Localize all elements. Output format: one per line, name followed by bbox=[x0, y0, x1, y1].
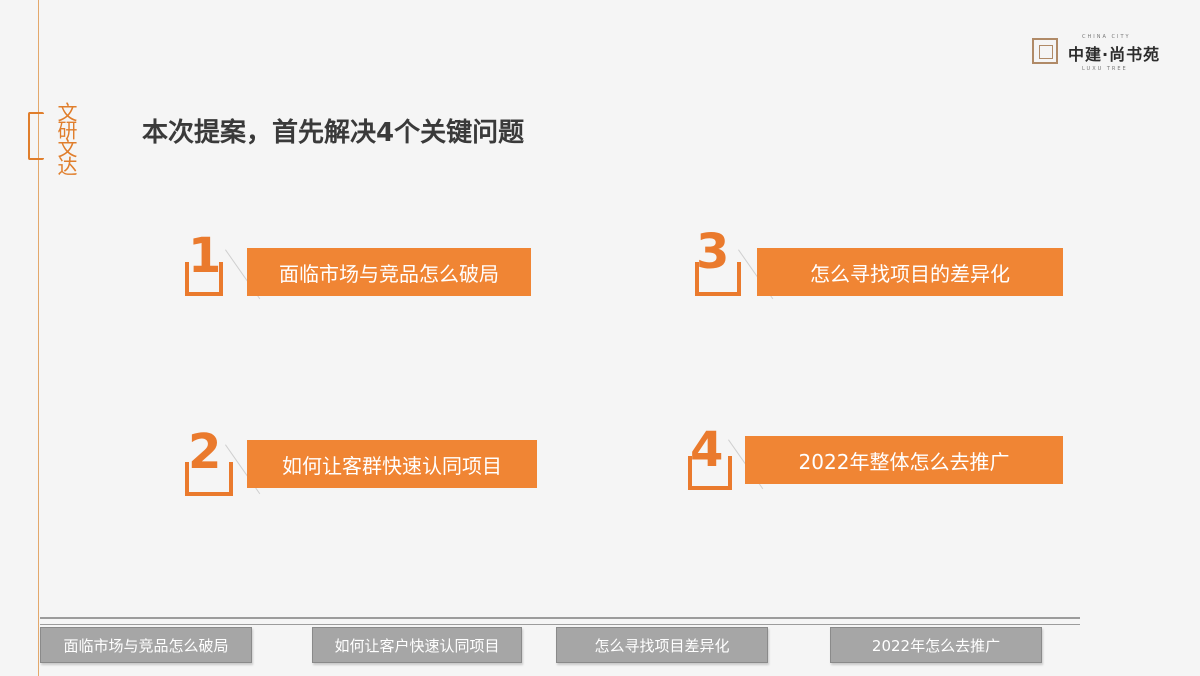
tab-customer-recognition[interactable]: 如何让客户快速认同项目 bbox=[312, 627, 522, 663]
tab-project-differentiation[interactable]: 怎么寻找项目差异化 bbox=[556, 627, 768, 663]
tab-market-competition[interactable]: 面临市场与竞品怎么破局 bbox=[40, 627, 252, 663]
footer-divider bbox=[40, 624, 1080, 625]
logo-bottom-text: LUXU TREE bbox=[1082, 66, 1128, 72]
issue-label-3: 怎么寻找项目的差异化 bbox=[757, 248, 1063, 296]
bracket-icon bbox=[695, 262, 741, 296]
tab-2022-promotion[interactable]: 2022年怎么去推广 bbox=[830, 627, 1042, 663]
footer-divider bbox=[40, 617, 1080, 619]
bracket-icon bbox=[185, 262, 223, 296]
page-title: 本次提案，首先解决4个关键问题 bbox=[142, 118, 525, 148]
brand-logo-left: 文研文达 bbox=[28, 102, 80, 222]
seal-logo-icon bbox=[1032, 38, 1058, 64]
issue-label-1: 面临市场与竞品怎么破局 bbox=[247, 248, 531, 296]
brand-mark-icon bbox=[28, 112, 44, 160]
logo-top-text: CHINA CITY bbox=[1082, 34, 1131, 40]
bracket-icon bbox=[185, 462, 233, 496]
issue-label-4: 2022年整体怎么去推广 bbox=[745, 436, 1063, 484]
brand-vertical-text: 文研文达 bbox=[54, 102, 78, 174]
bracket-icon bbox=[688, 456, 732, 490]
issue-label-2: 如何让客群快速认同项目 bbox=[247, 440, 537, 488]
project-logo-name: 中建·尚书苑 bbox=[1068, 45, 1161, 64]
